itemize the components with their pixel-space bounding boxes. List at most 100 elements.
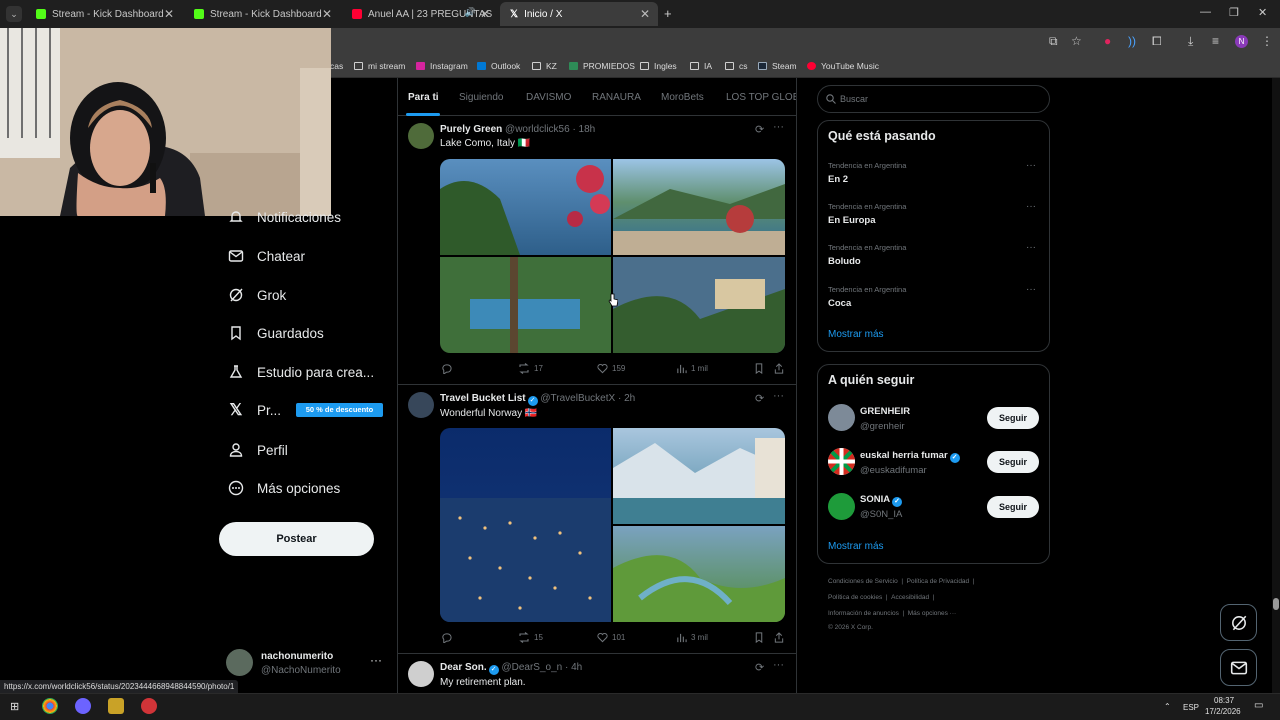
clock-date[interactable]: 17/2/2026 xyxy=(1205,707,1241,716)
trend-more-icon[interactable]: ··· xyxy=(1026,160,1036,171)
trend-item[interactable]: En 2 xyxy=(828,174,848,185)
browser-tab-4[interactable]: 𝕏 Inicio / X ✕ xyxy=(500,2,658,26)
post-author-name[interactable]: Travel Bucket List xyxy=(440,393,526,404)
close-tab-icon[interactable]: ✕ xyxy=(480,7,490,21)
trend-more-icon[interactable]: ··· xyxy=(1026,284,1036,295)
app-taskbar-icon[interactable] xyxy=(141,698,157,714)
post-image-grid[interactable] xyxy=(440,159,785,353)
tab-ranaura[interactable]: RANAURA xyxy=(592,92,641,103)
media-control-icon[interactable]: ≡ xyxy=(1212,34,1219,48)
browser-tab-2[interactable]: Stream - Kick Dashboard ✕ xyxy=(184,2,340,26)
trend-item[interactable]: En Europa xyxy=(828,215,876,226)
follow-button[interactable]: Seguir xyxy=(987,451,1039,473)
avatar[interactable] xyxy=(828,448,855,475)
league-taskbar-icon[interactable] xyxy=(108,698,124,714)
extensions-puzzle-icon[interactable]: ⧠ xyxy=(1152,34,1162,49)
close-tab-icon[interactable]: ✕ xyxy=(322,7,332,21)
sidebar-item-profile[interactable]: Perfil xyxy=(228,438,288,462)
bookmark-promiedos[interactable]: PROMIEDOS xyxy=(569,61,635,71)
bookmark-star-icon[interactable]: ☆ xyxy=(1071,34,1082,48)
post-more-icon[interactable]: ··· xyxy=(773,390,784,402)
post-author-handle[interactable]: @TravelBucketX · 2h xyxy=(540,393,635,404)
tab-los-top-globa[interactable]: LOS TOP GLOBA xyxy=(726,92,796,103)
audio-playing-icon[interactable]: 🔊 xyxy=(465,7,476,18)
bookmark-outlook[interactable]: Outlook xyxy=(477,61,520,71)
share-button[interactable] xyxy=(774,632,788,643)
avatar[interactable] xyxy=(408,392,434,418)
post-image-grid[interactable] xyxy=(440,428,785,622)
sidebar-item-creator-studio[interactable]: Estudio para crea... xyxy=(228,360,374,384)
like-button[interactable]: 101 xyxy=(597,632,625,643)
browser-tab-1[interactable]: Stream - Kick Dashboard ✕ xyxy=(26,2,182,26)
tab-for-you[interactable]: Para ti xyxy=(408,92,439,103)
grok-floating-button[interactable] xyxy=(1220,604,1257,641)
clock-time[interactable]: 08:37 xyxy=(1214,696,1234,705)
follow-show-more-link[interactable]: Mostrar más xyxy=(828,541,884,552)
profile-avatar[interactable]: N xyxy=(1235,35,1248,48)
bookmark-steam[interactable]: Steam xyxy=(758,61,797,71)
bookmark-instagram[interactable]: Instagram xyxy=(416,61,468,71)
bookmark-cas[interactable]: cas xyxy=(330,61,343,71)
reply-button[interactable] xyxy=(441,632,456,643)
tab-morobets[interactable]: MoroBets xyxy=(661,92,704,103)
downloads-icon[interactable]: ⤓ xyxy=(1188,34,1193,49)
tab-following[interactable]: Siguiendo xyxy=(459,92,503,103)
footer-link[interactable]: Política de cookies xyxy=(828,594,882,601)
post-author-name[interactable]: Purely Green xyxy=(440,124,502,135)
search-input[interactable]: Buscar xyxy=(817,85,1050,113)
reply-button[interactable] xyxy=(441,363,456,374)
messages-floating-button[interactable] xyxy=(1220,649,1257,686)
follow-suggestion-name[interactable]: SONIA ✓ xyxy=(860,494,903,507)
bookmark-ia[interactable]: IA xyxy=(690,61,712,71)
bookmark-cs[interactable]: cs xyxy=(725,61,748,71)
post-button[interactable]: Postear xyxy=(219,522,374,556)
bookmark-post-button[interactable] xyxy=(754,363,768,374)
repost-button[interactable]: 15 xyxy=(518,632,543,643)
follow-suggestion-name[interactable]: euskal herria fumar ✓ xyxy=(860,450,960,463)
bookmark-youtube-music[interactable]: YouTube Music xyxy=(807,61,879,71)
trends-show-more-link[interactable]: Mostrar más xyxy=(828,329,884,340)
grok-explain-icon[interactable]: ⟳ xyxy=(755,661,764,674)
sidebar-item-chat[interactable]: Chatear xyxy=(228,244,305,268)
obs-taskbar-icon[interactable] xyxy=(75,698,91,714)
repost-button[interactable]: 17 xyxy=(518,363,543,374)
new-tab-button[interactable]: + xyxy=(664,6,672,21)
footer-link[interactable]: Más opciones ··· xyxy=(908,610,956,617)
footer-link[interactable]: Accesibilidad xyxy=(891,594,929,601)
avatar[interactable] xyxy=(828,493,855,520)
share-button[interactable] xyxy=(774,363,788,374)
avatar[interactable] xyxy=(828,404,855,431)
sidebar-item-grok[interactable]: Grok xyxy=(228,283,286,307)
footer-link[interactable]: Condiciones de Servicio xyxy=(828,578,898,585)
post-author-name[interactable]: Dear Son. xyxy=(440,662,487,673)
trend-more-icon[interactable]: ··· xyxy=(1026,201,1036,212)
close-tab-icon[interactable]: ✕ xyxy=(164,7,174,21)
sidebar-item-notifications[interactable]: Notificaciones xyxy=(228,205,341,229)
scrollbar-thumb[interactable] xyxy=(1273,598,1279,610)
bookmark-mi-stream[interactable]: mi stream xyxy=(354,61,405,71)
restore-window-icon[interactable]: ❐ xyxy=(1229,6,1239,19)
language-indicator[interactable]: ESP xyxy=(1183,703,1199,712)
tab-davismo[interactable]: DAVISMO xyxy=(526,92,571,103)
like-button[interactable]: 159 xyxy=(597,363,625,374)
close-window-icon[interactable]: ✕ xyxy=(1258,6,1267,19)
minimize-window-icon[interactable]: — xyxy=(1200,6,1211,18)
notifications-icon[interactable]: ▭ xyxy=(1254,700,1263,711)
views-button[interactable]: 3 mil xyxy=(676,632,708,643)
footer-link[interactable]: Política de Privacidad xyxy=(907,578,970,585)
trend-item[interactable]: Coca xyxy=(828,298,851,309)
follow-button[interactable]: Seguir xyxy=(987,407,1039,429)
grok-explain-icon[interactable]: ⟳ xyxy=(755,392,764,405)
tab-search-button[interactable]: ⌄ xyxy=(6,6,22,22)
tray-chevron-icon[interactable]: ⌃ xyxy=(1164,702,1171,711)
extension-audio-icon[interactable]: )) xyxy=(1128,34,1136,48)
follow-button[interactable]: Seguir xyxy=(987,496,1039,518)
bookmark-kz[interactable]: KZ xyxy=(532,61,557,71)
follow-suggestion-name[interactable]: GRENHEIR xyxy=(860,406,910,417)
post-author-handle[interactable]: @DearS_o_n · 4h xyxy=(501,662,582,673)
trend-more-icon[interactable]: ··· xyxy=(1026,242,1036,253)
footer-link[interactable]: Información de anuncios xyxy=(828,610,899,617)
bookmark-post-button[interactable] xyxy=(754,632,768,643)
windows-start-icon[interactable]: ⊞ xyxy=(10,700,19,713)
browser-menu-icon[interactable]: ⋮ xyxy=(1261,34,1273,48)
